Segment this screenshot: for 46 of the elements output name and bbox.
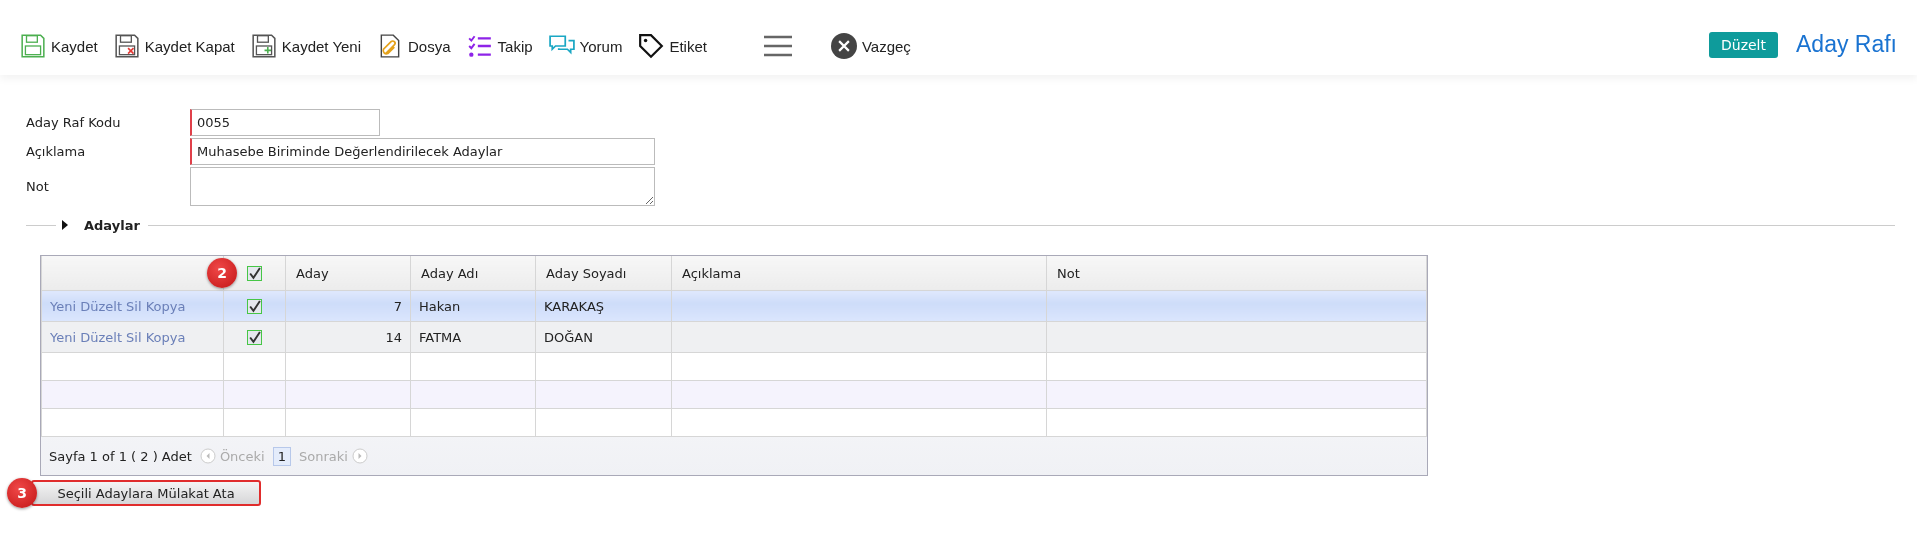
column-header[interactable]: Aday	[285, 256, 411, 291]
text-field[interactable]: Muhasebe Biriminde Değerlendirilecek Adaylar	[190, 138, 655, 165]
column-header[interactable]: Açıklama	[671, 256, 1047, 291]
column-header[interactable]: Aday Soyadı	[535, 256, 672, 291]
toolbar-button[interactable]: Yorum	[548, 33, 623, 59]
note-field[interactable]	[190, 167, 655, 206]
page-title: Aday Rafı	[1796, 31, 1897, 58]
toolbar-button[interactable]: Takip	[466, 33, 533, 59]
table-cell: KARAKAŞ	[544, 298, 605, 314]
toolbar-button[interactable]: Kaydet	[20, 33, 98, 59]
table-cell: DOĞAN	[544, 329, 593, 345]
field-label: Açıklama	[26, 143, 87, 161]
toolbar-button[interactable]: Etiket	[638, 33, 707, 59]
checkbox[interactable]	[247, 330, 262, 345]
table-row[interactable]: Yeni Düzelt Sil Kopya 14 FATMA DOĞAN	[41, 321, 1427, 353]
save-close-icon	[113, 33, 140, 59]
checkbox[interactable]	[247, 299, 262, 314]
expand-arrow-icon[interactable]	[62, 220, 68, 230]
save-new-icon	[250, 33, 277, 59]
cancel-button[interactable]: Vazgeç	[830, 33, 911, 59]
table-cell: 14	[385, 329, 402, 345]
page-number[interactable]: 1	[272, 446, 291, 466]
assign-interview-button[interactable]: Seçili Adaylara Mülakat Ata	[31, 480, 261, 506]
toolbar-button[interactable]: Kaydet Kapat	[113, 33, 235, 59]
tag-icon	[638, 33, 665, 59]
toolbar-button[interactable]: Dosya	[377, 33, 451, 59]
toolbar-button[interactable]: Kaydet Yeni	[250, 33, 362, 59]
menu-icon[interactable]	[762, 35, 793, 57]
checkbox[interactable]	[247, 266, 262, 281]
table-row[interactable]: Yeni Düzelt Sil Kopya 7 Hakan KARAKAŞ	[41, 290, 1427, 322]
table-cell: FATMA	[419, 329, 462, 345]
table-cell: 7	[393, 298, 402, 314]
column-header[interactable]: Aday Adı	[410, 256, 536, 291]
close-icon	[830, 33, 857, 59]
field-label: Aday Raf Kodu	[26, 114, 122, 132]
page-summary: Sayfa 1 of 1 ( 2 ) Adet	[49, 448, 192, 464]
table-cell: Hakan	[419, 298, 461, 314]
field-label: Not	[26, 178, 50, 196]
mode-badge: Düzelt	[1709, 31, 1778, 58]
checklist-icon	[466, 33, 493, 59]
text-field[interactable]: 0055	[190, 109, 380, 136]
step-badge: 2	[207, 258, 237, 288]
column-header[interactable]: Not	[1046, 256, 1427, 291]
save-icon	[20, 33, 46, 59]
step-badge: 3	[7, 478, 37, 508]
section-title: Adaylar	[84, 217, 140, 233]
